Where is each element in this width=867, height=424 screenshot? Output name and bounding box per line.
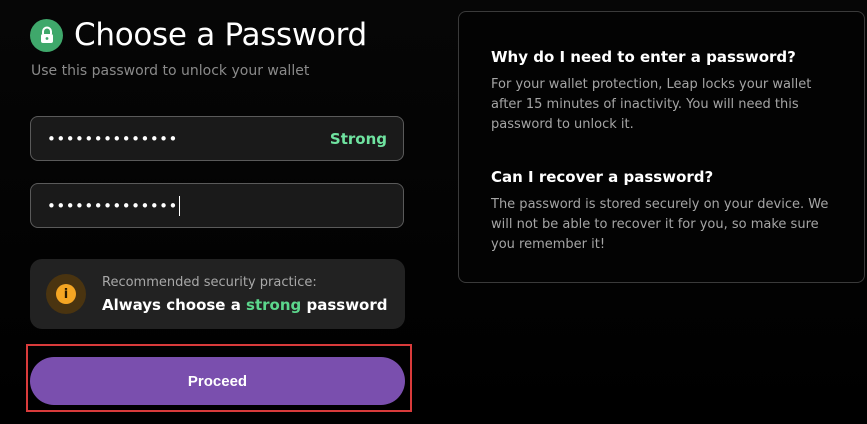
- security-tip-label: Recommended security practice:: [102, 274, 317, 290]
- password-strength-label: Strong: [329, 129, 387, 148]
- info-icon-container: i: [46, 274, 86, 314]
- page-subtitle: Use this password to unlock your wallet: [31, 63, 310, 79]
- page-title: Choose a Password: [74, 17, 367, 53]
- faq-panel: Why do I need to enter a password? For y…: [458, 11, 865, 283]
- faq-item: Why do I need to enter a password? For y…: [491, 48, 841, 135]
- info-icon: i: [56, 284, 76, 304]
- password-value: ••••••••••••••: [47, 129, 178, 148]
- security-tip-card: i Recommended security practice: Always …: [30, 259, 405, 329]
- choose-password-page: Choose a Password Use this password to u…: [0, 0, 867, 424]
- confirm-password-value: ••••••••••••••: [47, 196, 178, 215]
- faq-item: Can I recover a password? The password i…: [491, 168, 841, 255]
- lock-icon: [30, 18, 63, 52]
- faq-answer: For your wallet protection, Leap locks y…: [491, 77, 812, 132]
- text-cursor: [178, 195, 180, 216]
- security-tip-highlight: strong: [246, 295, 302, 314]
- password-field[interactable]: •••••••••••••• Strong: [30, 116, 404, 161]
- confirm-password-field[interactable]: ••••••••••••••: [30, 183, 404, 228]
- security-tip-text: Recommended security practice: Always ch…: [102, 275, 388, 314]
- security-tip-suffix: password: [301, 295, 388, 314]
- faq-question: Why do I need to enter a password?: [491, 48, 796, 66]
- security-tip-message: Always choose a strong password: [102, 296, 388, 314]
- faq-question: Can I recover a password?: [491, 168, 714, 186]
- faq-answer: The password is stored securely on your …: [491, 197, 829, 252]
- page-header: Choose a Password: [30, 17, 367, 53]
- proceed-button[interactable]: Proceed: [30, 357, 405, 405]
- security-tip-prefix: Always choose a: [102, 295, 247, 314]
